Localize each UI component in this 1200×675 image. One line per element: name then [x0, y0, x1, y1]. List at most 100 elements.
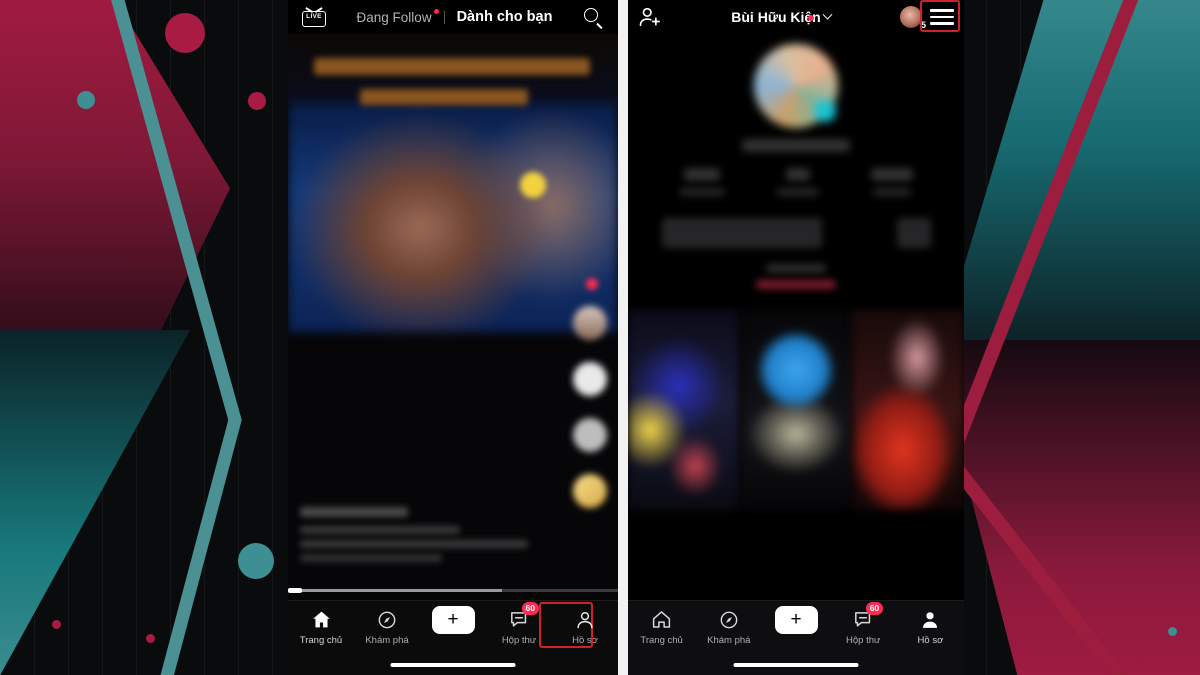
- chevron-down-icon: [822, 9, 833, 20]
- left-bottom-tabbar: Trang chủ Khám phá + 60 Hộp thư Hồ sơ: [288, 600, 618, 675]
- stat-followers-value: [786, 168, 810, 181]
- comment-icon[interactable]: [573, 418, 607, 452]
- profile-video-grid: [628, 310, 964, 510]
- profile-username-dropdown[interactable]: Bùi Hữu Kiện: [670, 9, 892, 25]
- sidebar-item-inbox[interactable]: 60 Hộp thư: [486, 602, 552, 646]
- avatar-badge: 5: [920, 20, 926, 30]
- left-phone-screen: LIVE Đang Follow Dành cho bạn Trang chủ …: [288, 0, 618, 675]
- grid-item[interactable]: [628, 310, 740, 510]
- grid-item[interactable]: [740, 310, 852, 510]
- video-progress-bar[interactable]: [288, 588, 618, 593]
- right-phone-screen: Bùi Hữu Kiện 5 Trang chủ Khám phá + 60 H…: [628, 0, 964, 675]
- home-indicator: [390, 663, 516, 667]
- music-disc-icon[interactable]: [573, 474, 607, 508]
- caption-author: [300, 507, 408, 517]
- caption-text-line: [300, 540, 528, 548]
- video-player[interactable]: [288, 34, 618, 600]
- inbox-badge: 60: [521, 602, 539, 615]
- inbox-badge: 60: [865, 602, 884, 615]
- notification-dot-icon: [433, 8, 439, 14]
- notification-dot-icon: [808, 15, 814, 21]
- tab-following[interactable]: Đang Follow: [356, 8, 439, 25]
- inbox-icon: 60: [853, 602, 884, 630]
- stat-following-label: [679, 188, 725, 196]
- sidebar-item-home-label: Trang chủ: [640, 635, 683, 646]
- sidebar-item-discover[interactable]: Khám phá: [354, 609, 420, 646]
- right-bottom-tabbar: Trang chủ Khám phá + 60 Hộp thư Hồ sơ: [628, 600, 964, 675]
- video-caption: [300, 507, 550, 562]
- profile-icon: [920, 609, 940, 630]
- profile-header: Bùi Hữu Kiện 5: [628, 0, 964, 34]
- feed-tabs: Đang Follow Dành cho bạn: [326, 8, 583, 25]
- like-icon[interactable]: [573, 362, 607, 396]
- decor-dot: [77, 91, 95, 109]
- like-highlight-icon: [586, 278, 598, 290]
- sidebar-item-home[interactable]: Trang chủ: [288, 609, 354, 646]
- stat-followers[interactable]: [777, 168, 819, 196]
- stat-likes[interactable]: [871, 168, 913, 196]
- create-post-button[interactable]: +: [762, 605, 829, 635]
- stat-followers-label: [777, 188, 819, 196]
- decor-dot: [1168, 627, 1177, 636]
- profile-avatar[interactable]: [754, 44, 838, 128]
- tab-for-you[interactable]: Dành cho bạn: [457, 9, 553, 25]
- home-indicator: [733, 663, 859, 667]
- left-teal-chevron: [111, 0, 242, 675]
- hamburger-menu-icon[interactable]: [930, 8, 954, 26]
- avatar[interactable]: 5: [900, 6, 926, 30]
- caption-text-line: [300, 554, 442, 562]
- tab-following-label: Đang Follow: [356, 9, 432, 25]
- home-icon: [651, 609, 672, 630]
- edit-profile-button[interactable]: [661, 218, 822, 248]
- sidebar-item-profile-label: Hồ sơ: [917, 635, 944, 646]
- sidebar-item-inbox-label: Hộp thư: [846, 635, 881, 646]
- plus-glyph: +: [769, 605, 823, 634]
- tab-separator: [443, 10, 445, 24]
- create-post-button[interactable]: +: [420, 605, 486, 635]
- plus-icon: +: [769, 605, 823, 634]
- profile-summary: [628, 34, 964, 289]
- decor-dot: [146, 634, 155, 643]
- stat-following[interactable]: [679, 168, 725, 196]
- profile-stats: [628, 168, 964, 196]
- avatar-accent-icon: [814, 100, 836, 122]
- sidebar-item-discover-label: Khám phá: [365, 635, 409, 646]
- sidebar-item-home[interactable]: Trang chủ: [628, 609, 695, 646]
- sidebar-item-inbox[interactable]: 60 Hộp thư: [830, 602, 897, 646]
- decor-dot: [238, 543, 274, 579]
- inbox-icon: 60: [509, 602, 539, 630]
- video-action-rail: [568, 278, 612, 530]
- home-icon: [311, 609, 332, 630]
- sidebar-item-profile[interactable]: Hồ sơ: [539, 602, 618, 648]
- plus-glyph: +: [426, 605, 480, 634]
- video-frame-content: [288, 102, 618, 332]
- sidebar-item-profile[interactable]: Hồ sơ: [897, 609, 964, 646]
- author-avatar[interactable]: [573, 306, 607, 340]
- video-overlay-text: [360, 89, 528, 105]
- compass-icon: [377, 609, 397, 630]
- sidebar-item-profile-label: Hồ sơ: [572, 635, 598, 646]
- profile-icon: [575, 609, 595, 630]
- profile-bio-line: [766, 264, 826, 273]
- plus-icon: +: [426, 605, 480, 634]
- decor-dot: [52, 620, 61, 629]
- live-label: LIVE: [306, 13, 322, 20]
- profile-link[interactable]: [756, 280, 836, 289]
- live-icon[interactable]: LIVE: [302, 7, 326, 27]
- profile-secondary-button[interactable]: [896, 218, 931, 248]
- sidebar-item-home-label: Trang chủ: [299, 635, 343, 646]
- sidebar-item-discover[interactable]: Khám phá: [695, 609, 762, 646]
- grid-item[interactable]: [852, 310, 964, 510]
- left-top-navigation: LIVE Đang Follow Dành cho bạn: [288, 0, 618, 34]
- compass-icon: [719, 609, 739, 630]
- stat-likes-value: [871, 168, 913, 181]
- add-person-icon[interactable]: [638, 6, 662, 28]
- profile-bio: [628, 264, 964, 273]
- search-icon[interactable]: [583, 7, 604, 29]
- profile-actions: [628, 218, 964, 248]
- profile-handle: [742, 139, 850, 152]
- decor-dot: [165, 13, 205, 53]
- phone-divider: [618, 0, 628, 675]
- decor-dot: [248, 92, 266, 110]
- sidebar-item-inbox-label: Hộp thư: [501, 635, 537, 646]
